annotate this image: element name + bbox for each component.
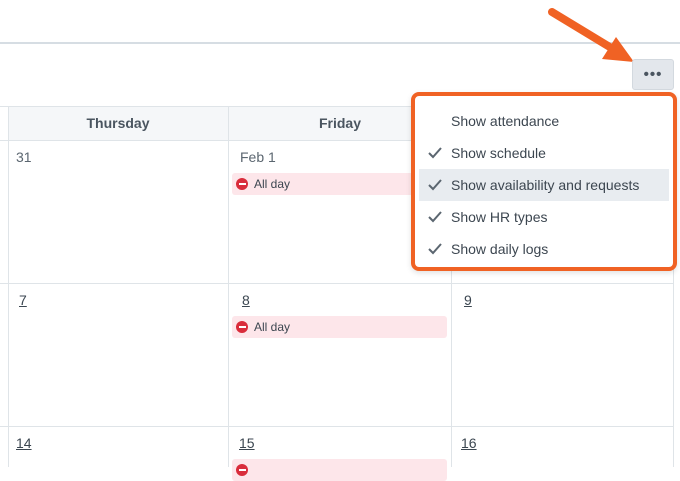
date-thursday-7[interactable]: 7 <box>19 292 27 308</box>
checkmark-icon <box>419 179 451 191</box>
checkmark-icon <box>419 147 451 159</box>
menu-item-show-hr-types[interactable]: Show HR types <box>419 201 669 233</box>
date-thursday-31: 31 <box>16 149 32 165</box>
more-options-button[interactable]: ••• <box>632 59 674 90</box>
date-friday-15[interactable]: 15 <box>239 435 255 451</box>
unavailable-icon <box>236 321 248 333</box>
menu-item-show-attendance[interactable]: Show attendance <box>419 105 669 137</box>
grid-line <box>228 106 229 467</box>
grid-line <box>0 283 673 284</box>
menu-item-show-schedule[interactable]: Show schedule <box>419 137 669 169</box>
date-friday-feb1: Feb 1 <box>240 149 276 165</box>
unavailable-icon <box>236 464 248 476</box>
menu-item-label: Show schedule <box>451 145 546 161</box>
event-all-day[interactable] <box>232 459 447 481</box>
menu-item-label: Show availability and requests <box>451 177 640 193</box>
event-label: All day <box>254 177 291 191</box>
event-all-day[interactable]: All day <box>232 316 447 338</box>
grid-line <box>8 106 9 467</box>
checkmark-icon <box>419 211 451 223</box>
header-thursday: Thursday <box>8 106 228 140</box>
unavailable-icon <box>236 178 248 190</box>
menu-item-label: Show attendance <box>451 113 560 129</box>
menu-item-label: Show HR types <box>451 209 548 225</box>
date-friday-8[interactable]: 8 <box>242 292 250 308</box>
date-saturday-16[interactable]: 16 <box>461 435 477 451</box>
date-saturday-9[interactable]: 9 <box>464 292 472 308</box>
view-options-menu: Show attendance Show schedule Show avail… <box>411 92 677 271</box>
menu-item-show-availability[interactable]: Show availability and requests <box>419 169 669 201</box>
event-label: All day <box>254 320 291 334</box>
checkmark-icon <box>419 243 451 255</box>
grid-line <box>0 426 673 427</box>
date-thursday-14[interactable]: 14 <box>16 435 32 451</box>
menu-item-show-daily-logs[interactable]: Show daily logs <box>419 233 669 265</box>
menu-item-label: Show daily logs <box>451 241 549 257</box>
